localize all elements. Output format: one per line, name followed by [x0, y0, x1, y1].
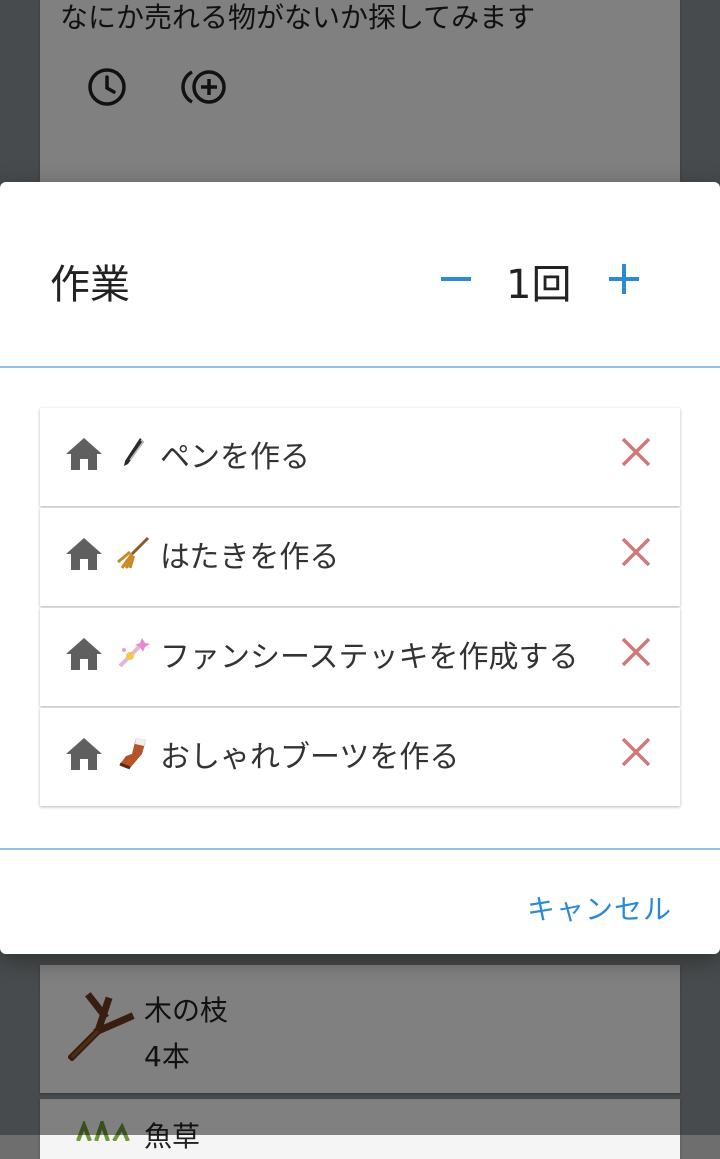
dialog-header: 作業 1回 — [0, 182, 720, 368]
dialog-footer: キャンセル — [0, 848, 720, 956]
home-icon — [66, 538, 102, 570]
close-icon[interactable] — [618, 534, 654, 570]
task-row[interactable]: ファンシーステッキを作成する — [40, 608, 680, 706]
home-icon — [66, 738, 102, 770]
task-list: ペンを作る はたきを作る ファンシーステッキを作成する おしゃれブーツを作る — [40, 408, 680, 808]
task-label: はたきを作る — [160, 540, 340, 575]
close-icon[interactable] — [618, 734, 654, 770]
home-icon — [66, 638, 102, 670]
dialog-title: 作業 — [50, 262, 130, 308]
plus-icon[interactable] — [604, 256, 644, 302]
fancy-stick-icon — [118, 638, 150, 668]
task-label: おしゃれブーツを作る — [160, 740, 460, 775]
quantity-value: 1回 — [506, 262, 572, 308]
task-label: ペンを作る — [160, 440, 310, 475]
boots-icon — [119, 738, 146, 770]
duster-icon — [117, 536, 150, 569]
cancel-button[interactable]: キャンセル — [527, 888, 672, 928]
close-icon[interactable] — [618, 434, 654, 470]
minus-icon[interactable] — [436, 256, 476, 302]
task-row[interactable]: ペンを作る — [40, 408, 680, 506]
task-row[interactable]: おしゃれブーツを作る — [40, 708, 680, 806]
task-dialog: 作業 1回 ペンを作る はたきを作る ファンシーステッキを作成する おしゃれブー… — [0, 182, 720, 954]
pen-icon — [124, 438, 144, 466]
task-row[interactable]: はたきを作る — [40, 508, 680, 606]
close-icon[interactable] — [618, 634, 654, 670]
task-label: ファンシーステッキを作成する — [160, 640, 579, 675]
home-icon — [66, 438, 102, 470]
